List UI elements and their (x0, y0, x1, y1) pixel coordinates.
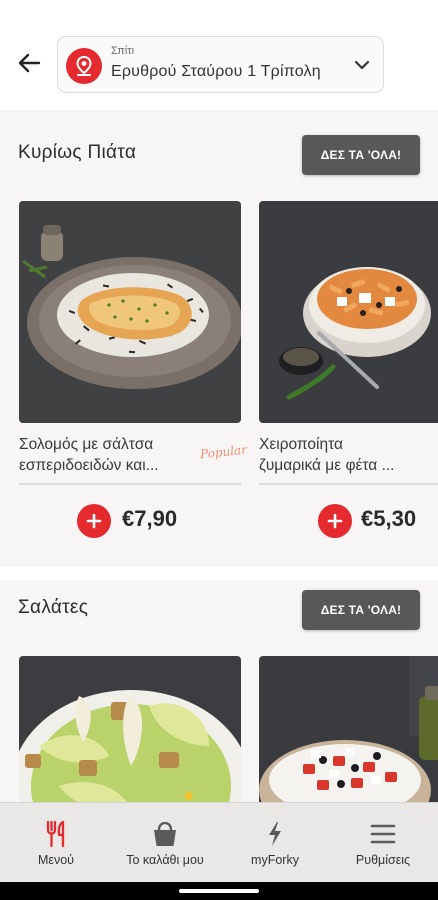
see-all-button[interactable]: ΔΕΣ ΤΑ 'ΟΛΑ! (302, 590, 420, 630)
nav-item-cart[interactable]: Το καλάθι μου (110, 803, 220, 883)
product-card[interactable]: Χειροποίητα ζυμαρικά με φέτα ... €5,30 (259, 201, 438, 541)
nav-item-settings[interactable]: Ρυθμίσεις (342, 803, 424, 883)
fork-knife-icon (41, 819, 71, 849)
address-label: Σπίτι (111, 45, 135, 57)
category-section-main-dishes: Κυρίως Πιάτα ΔΕΣ ΤΑ 'ΟΛΑ! Σολομός με σάλ… (0, 110, 438, 566)
product-name: Χειροποίητα ζυμαρικά με φέτα ... (259, 434, 438, 476)
product-name-line2: ζυμαρικά με φέτα ... (259, 457, 395, 474)
basket-icon (150, 819, 180, 849)
location-pin-icon (66, 48, 102, 84)
app-header: Σπίτι Ερυθρού Σταύρου 1 Τρίπολη (0, 0, 438, 110)
nav-label: Ρυθμίσεις (355, 853, 411, 867)
nav-label: Το καλάθι μου (126, 853, 204, 867)
chevron-down-icon (353, 56, 371, 74)
nav-item-myforky[interactable]: myForky (236, 803, 314, 883)
divider (259, 483, 438, 485)
product-name-line1: Χειροποίητα (259, 436, 343, 453)
product-image-pasta[interactable] (259, 201, 438, 423)
section-separator (0, 566, 438, 580)
divider (19, 483, 241, 485)
back-arrow-icon[interactable] (14, 48, 44, 78)
product-image-caesar-salad[interactable] (19, 656, 241, 802)
system-navigation-bar (0, 882, 438, 900)
section-title: Σαλάτες (18, 597, 89, 618)
nav-label: myForky (251, 853, 299, 867)
address-value: Ερυθρού Σταύρου 1 Τρίπολη (111, 63, 321, 80)
product-price: €7,90 (122, 506, 178, 531)
category-section-salads: Σαλάτες ΔΕΣ ΤΑ 'ΟΛΑ! (0, 580, 438, 802)
bottom-navigation: Μενού Το καλάθι μου myForky Ρυθμίσεις (0, 802, 438, 882)
product-price: €5,30 (361, 506, 417, 531)
product-card[interactable] (19, 656, 241, 802)
menu-icon (368, 819, 398, 849)
product-image-greek-salad[interactable] (259, 656, 438, 802)
section-title: Κυρίως Πιάτα (18, 142, 137, 163)
add-to-cart-button[interactable] (77, 504, 111, 538)
home-gesture-handle[interactable] (179, 889, 259, 893)
lightning-icon (260, 819, 290, 849)
see-all-button[interactable]: ΔΕΣ ΤΑ 'ΟΛΑ! (302, 135, 420, 175)
nav-label: Μενού (37, 853, 75, 867)
add-to-cart-button[interactable] (318, 504, 352, 538)
address-selector[interactable]: Σπίτι Ερυθρού Σταύρου 1 Τρίπολη (57, 36, 384, 93)
product-card[interactable] (259, 656, 438, 802)
nav-item-menu[interactable]: Μενού (20, 803, 92, 883)
product-image-salmon[interactable] (19, 201, 241, 423)
product-card[interactable]: Σολομός με σάλτσα εσπεριδοειδών και... P… (19, 201, 248, 541)
